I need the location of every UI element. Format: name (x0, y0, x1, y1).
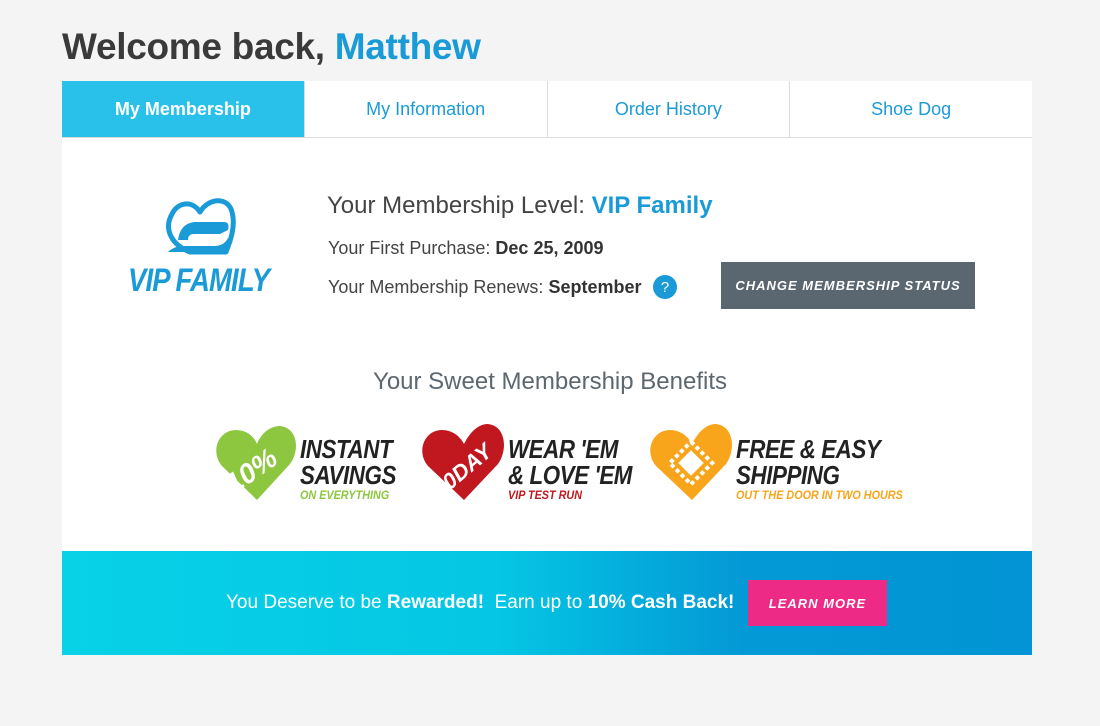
stamp-heart-icon (650, 424, 732, 500)
first-purchase-value: Dec 25, 2009 (495, 238, 604, 258)
first-purchase: Your First Purchase: Dec 25, 2009 (328, 238, 604, 259)
benefits-title: Your Sweet Membership Benefits (373, 368, 727, 395)
heart-icon: 90DAY (422, 424, 504, 502)
account-tabs: My Membership My Information Order Histo… (62, 81, 1032, 138)
tab-shoe-dog[interactable]: Shoe Dog (789, 81, 1032, 137)
benefit-instant-savings: 10% INSTANT SAVINGS ON EVERYTHING (216, 422, 396, 504)
banner-text-b: Rewarded! (386, 592, 485, 613)
benefit-wear-em: 90DAY WEAR 'EM & LOVE 'EM VIP TEST RUN (422, 422, 632, 504)
renews-value: September (548, 277, 642, 297)
tab-my-membership[interactable]: My Membership (62, 81, 304, 137)
benefit-line1: FREE & EASY (736, 434, 881, 464)
page-title: Welcome back, Matthew (62, 26, 481, 68)
learn-more-button[interactable]: LEARN MORE (748, 580, 887, 626)
benefit-sub: ON EVERYTHING (300, 488, 390, 502)
user-name: Matthew (334, 26, 481, 67)
benefit-sub: OUT THE DOOR IN TWO HOURS (736, 488, 903, 502)
change-membership-status-button[interactable]: CHANGE MEMBERSHIP STATUS (721, 262, 975, 309)
benefit-line1: INSTANT (300, 434, 393, 464)
membership-level: Your Membership Level: VIP Family (327, 192, 713, 220)
membership-renews: Your Membership Renews: September (328, 277, 642, 298)
benefit-line2: SHIPPING (736, 460, 840, 490)
benefit-sub: VIP TEST RUN (508, 488, 583, 502)
rewards-banner-text: You Deserve to be Rewarded! Earn up to 1… (226, 592, 734, 614)
benefit-free-shipping: FREE & EASY SHIPPING OUT THE DOOR IN TWO… (650, 422, 903, 504)
banner-text-d: 10% Cash Back! (587, 592, 735, 613)
heart-icon: 10% (216, 426, 296, 500)
banner-text-a: You Deserve to be (226, 592, 387, 613)
benefit-line2: SAVINGS (300, 460, 396, 490)
benefit-line2: & LOVE 'EM (508, 460, 633, 490)
benefit-line1: WEAR 'EM (508, 434, 618, 464)
level-label: Your Membership Level: (327, 192, 585, 219)
greeting-text: Welcome back, (62, 26, 325, 67)
help-icon[interactable]: ? (653, 275, 677, 299)
level-value: VIP Family (591, 192, 713, 219)
tab-order-history[interactable]: Order History (546, 81, 790, 137)
banner-text-c: Earn up to (484, 592, 588, 613)
renews-label: Your Membership Renews: (328, 277, 544, 297)
first-purchase-label: Your First Purchase: (328, 238, 491, 258)
tab-my-information[interactable]: My Information (303, 81, 547, 137)
vip-family-logo-text: VIP FAMILY (128, 262, 270, 298)
